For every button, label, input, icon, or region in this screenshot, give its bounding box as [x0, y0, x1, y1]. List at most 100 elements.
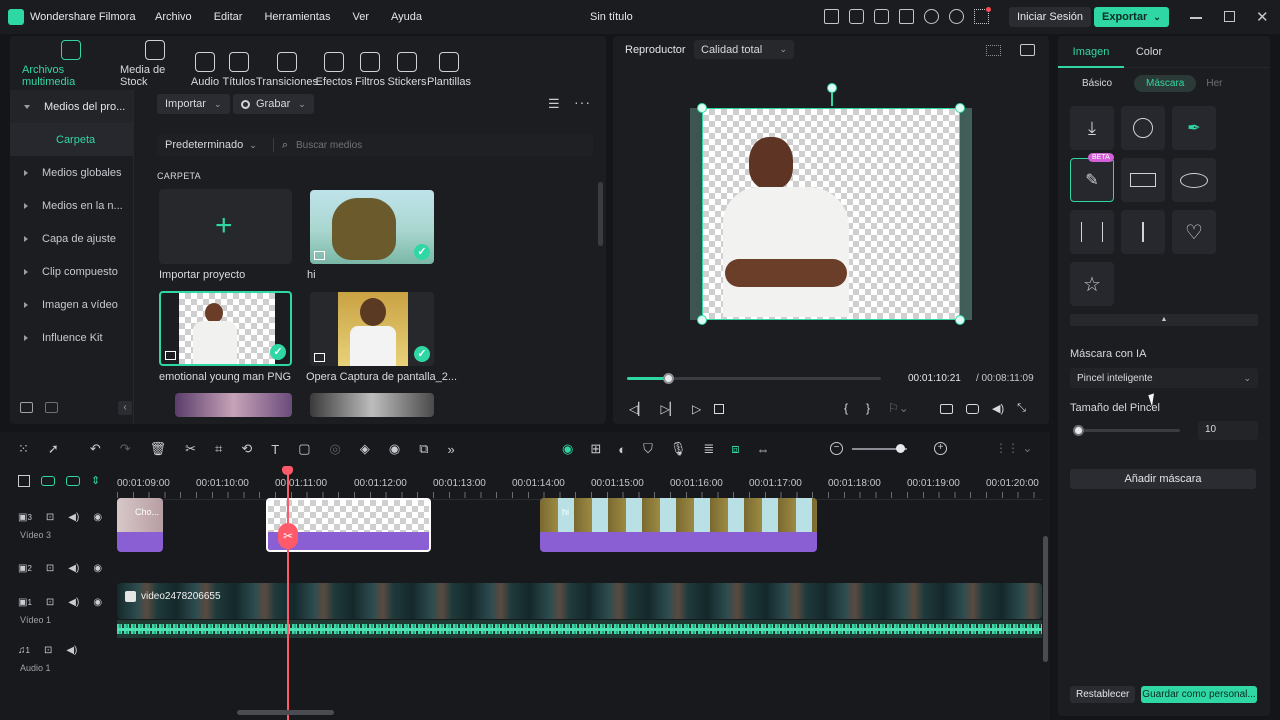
mute-icon[interactable]: ◀) [66, 645, 77, 656]
new-folder-icon[interactable] [20, 402, 33, 413]
time-ruler[interactable]: 00:01:09:00 00:01:10:00 00:01:11:00 00:0… [117, 466, 1042, 500]
sidebar-item-compound-clip[interactable]: Clip compuesto [10, 255, 133, 288]
split-icon[interactable]: ⇔ [757, 442, 770, 457]
magnet-icon[interactable] [66, 475, 80, 486]
resize-handle[interactable] [697, 103, 707, 113]
play-slow-icon[interactable]: ▷▏ [660, 402, 678, 416]
clip-hi[interactable]: hi [540, 498, 817, 552]
redo-icon[interactable]: ↷ [120, 441, 131, 457]
tab-filtros[interactable]: Filtros [352, 40, 388, 88]
layout-grid-icon[interactable]: ⁙ [18, 441, 29, 457]
mask-star-button[interactable]: ☆ [1070, 262, 1114, 306]
lock-icon[interactable]: ⊡ [44, 645, 52, 656]
play-icon[interactable]: ▷ [692, 402, 701, 416]
eye-icon[interactable]: ◉ [93, 563, 102, 574]
import-dropdown[interactable]: Importar ⌄ [157, 94, 230, 114]
more-tools-icon[interactable]: » [448, 442, 455, 457]
speed-icon[interactable]: ⟲ [241, 441, 252, 457]
tab-stickers[interactable]: Stickers [387, 40, 427, 88]
snap-icon[interactable]: ⧈ [731, 441, 739, 457]
subtab-mascara[interactable]: Máscara [1134, 75, 1197, 92]
undo-icon[interactable]: ↶ [90, 441, 101, 457]
sidebar-item-adjustment-layer[interactable]: Capa de ajuste [10, 222, 133, 255]
media-thumb-partial-2[interactable] [310, 393, 434, 417]
mask-pen-button[interactable]: ✒ [1172, 106, 1216, 150]
menu-herramientas[interactable]: Herramientas [264, 11, 330, 23]
menu-ayuda[interactable]: Ayuda [391, 11, 422, 23]
cloud-icon[interactable] [924, 9, 939, 24]
menu-archivo[interactable]: Archivo [155, 11, 192, 23]
tab-titulos[interactable]: Títulos [220, 40, 258, 88]
mask-smart-brush-button[interactable]: ✎ [1070, 158, 1114, 202]
layout-icon[interactable] [874, 9, 889, 24]
media-thumb-partial-1[interactable] [175, 393, 292, 417]
ai-tools-icon[interactable]: ◉ [389, 441, 400, 457]
menu-editar[interactable]: Editar [214, 11, 243, 23]
ai-smart-icon[interactable]: ◉ [562, 441, 573, 457]
export-button[interactable]: Exportar ⌄ [1094, 7, 1169, 27]
zoom-knob[interactable] [896, 444, 905, 453]
send-icon[interactable] [824, 9, 839, 24]
support-icon[interactable] [949, 9, 964, 24]
sort-dropdown[interactable]: Predeterminado ⌄ [157, 139, 265, 151]
playhead-handle[interactable] [282, 466, 293, 475]
close-icon[interactable]: ✕ [1256, 8, 1269, 26]
playhead[interactable] [287, 466, 289, 720]
import-project-tile[interactable]: + [159, 189, 292, 264]
mute-icon[interactable]: ◀) [68, 563, 79, 574]
auto-beat-icon[interactable]: ◐ [618, 442, 626, 457]
tab-efectos[interactable]: Efectos [316, 40, 352, 88]
filter-list-icon[interactable]: ☰ [548, 96, 560, 112]
resize-handle[interactable] [955, 315, 965, 325]
template-icon[interactable] [849, 9, 864, 24]
collapse-sidebar-icon[interactable]: ‹ [118, 401, 132, 415]
add-track-icon[interactable] [18, 474, 30, 487]
prev-frame-icon[interactable]: ◁▏ [629, 402, 647, 416]
playback-progress-bar[interactable] [627, 373, 881, 384]
lock-icon[interactable]: ⊡ [46, 597, 54, 608]
select-tool-icon[interactable]: ➚ [48, 441, 59, 457]
vertical-scrollbar[interactable] [1043, 536, 1048, 662]
clip-short[interactable]: Cho... [117, 498, 163, 552]
tab-transiciones[interactable]: Transiciones [256, 40, 318, 88]
text-icon[interactable]: T [271, 442, 279, 457]
snapshot-grid-icon[interactable] [986, 45, 1001, 56]
stop-icon[interactable] [714, 404, 725, 414]
color-icon[interactable]: ◈ [360, 441, 370, 457]
image-preview-icon[interactable] [1020, 44, 1035, 56]
split-scissors-icon[interactable]: ✂ [278, 523, 298, 549]
brush-size-input[interactable]: 10 [1198, 421, 1258, 440]
sidebar-item-project-media[interactable]: Medios del pro... [10, 90, 133, 123]
delete-icon[interactable]: 🗑 [150, 441, 167, 457]
marker-icon[interactable]: ⚐⌄ [888, 401, 909, 415]
resize-handle[interactable] [697, 315, 707, 325]
apps-grid-icon[interactable] [974, 7, 991, 24]
sidebar-item-global-media[interactable]: Medios globales [10, 156, 133, 189]
resize-handle[interactable] [955, 103, 965, 113]
subtab-her[interactable]: Her [1206, 78, 1222, 89]
eye-icon[interactable]: ◉ [93, 597, 102, 608]
folder-icon[interactable] [45, 402, 58, 413]
tab-media-de-stock[interactable]: Media de Stock [120, 40, 190, 88]
sidebar-item-image-to-video[interactable]: Imagen a vídeo [10, 288, 133, 321]
volume-icon[interactable]: ◀) [992, 402, 1004, 415]
tab-color[interactable]: Color [1124, 36, 1174, 68]
collapse-shapes-button[interactable]: ▲ [1070, 314, 1258, 326]
audio-waveform[interactable] [117, 620, 1042, 638]
media-thumb-opera-capture[interactable]: ✓ [310, 292, 434, 366]
search-input[interactable]: Buscar medios [296, 140, 362, 151]
marker-track-icon[interactable]: ⇕ [91, 474, 100, 487]
zoom-in-icon[interactable]: + [934, 442, 947, 455]
mask-rectangle-button[interactable] [1121, 158, 1165, 202]
quality-dropdown[interactable]: Calidad total ⌄ [694, 40, 794, 59]
record-voice-icon[interactable]: ⊞ [590, 441, 601, 457]
rect-shape-icon[interactable]: ▢ [298, 441, 310, 457]
brush-size-slider[interactable] [1073, 425, 1180, 436]
mask-double-line-button[interactable] [1070, 210, 1114, 254]
save-icon[interactable] [899, 9, 914, 24]
tab-imagen[interactable]: Imagen [1058, 36, 1124, 68]
save-custom-button[interactable]: Guardar como personal... [1141, 686, 1257, 703]
cut-icon[interactable]: ✂ [185, 441, 196, 457]
media-thumb-emotional-man[interactable]: ✓ [159, 291, 292, 366]
lock-icon[interactable]: ⊡ [46, 563, 54, 574]
